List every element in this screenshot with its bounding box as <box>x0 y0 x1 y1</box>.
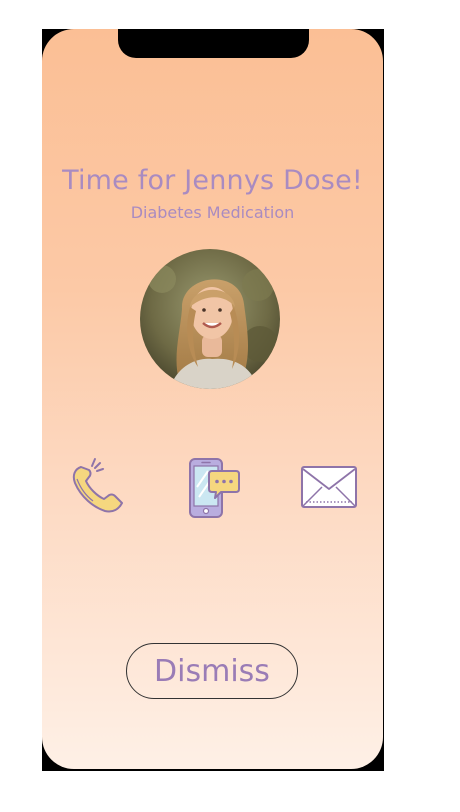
call-button[interactable] <box>69 457 127 513</box>
message-button[interactable] <box>188 457 240 519</box>
dismiss-button[interactable]: Dismiss <box>126 643 298 699</box>
email-button[interactable] <box>300 465 358 509</box>
device-notch <box>118 29 309 58</box>
phone-icon <box>72 458 123 513</box>
reminder-subtitle: Diabetes Medication <box>130 203 295 222</box>
envelope-icon <box>301 466 357 508</box>
reminder-title: Time for Jennys Dose! <box>62 165 363 196</box>
avatar <box>140 249 280 389</box>
reminder-screen: Time for Jennys Dose! Diabetes Medicatio… <box>42 29 383 769</box>
phone-chat-icon <box>189 458 240 518</box>
avatar-photo <box>140 249 280 389</box>
